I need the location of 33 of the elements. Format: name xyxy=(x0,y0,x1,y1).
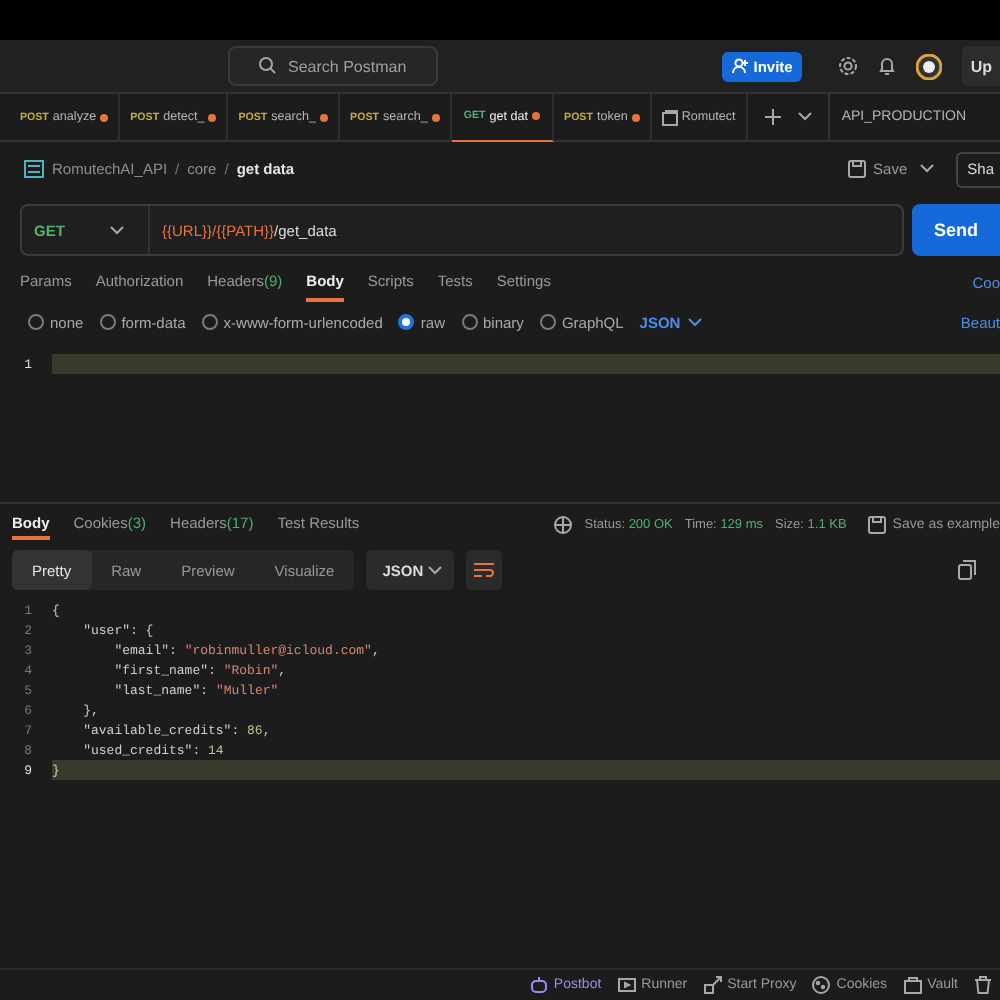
chevron-down-icon xyxy=(688,317,703,327)
radio-button[interactable] xyxy=(398,314,415,330)
wrap-lines-button[interactable] xyxy=(466,550,503,590)
settings-icon[interactable] xyxy=(838,56,859,76)
search-icon xyxy=(258,56,276,74)
plus-icon[interactable] xyxy=(763,108,782,126)
chevron-down-icon xyxy=(110,225,124,235)
proxy-icon xyxy=(703,976,722,994)
bot-icon xyxy=(529,976,548,994)
chevron-down-icon xyxy=(428,565,443,575)
runner-icon xyxy=(617,976,636,994)
radio-button[interactable] xyxy=(201,314,218,330)
save-icon xyxy=(847,160,866,178)
save-icon xyxy=(868,515,887,533)
trash-icon[interactable] xyxy=(974,976,992,994)
wrap-lines-icon xyxy=(474,562,495,578)
collection-icon xyxy=(661,109,678,125)
search-field[interactable]: Search Postman xyxy=(228,46,438,86)
upgrade-button[interactable]: Up xyxy=(962,46,1000,86)
chevron-down-icon[interactable] xyxy=(919,164,934,174)
person-add-icon xyxy=(731,58,748,74)
chevron-down-icon[interactable] xyxy=(797,112,812,122)
radio-button[interactable] xyxy=(28,314,44,330)
bell-icon[interactable] xyxy=(878,56,897,76)
vault-icon xyxy=(903,976,922,994)
globe-icon xyxy=(554,515,573,533)
cookie-icon xyxy=(812,976,831,994)
send-button[interactable]: Send xyxy=(912,204,1000,256)
radio-button[interactable] xyxy=(99,314,116,330)
radio-button[interactable] xyxy=(461,314,477,330)
radio-button[interactable] xyxy=(539,314,556,330)
copy-icon[interactable] xyxy=(958,560,976,580)
avatar-icon[interactable] xyxy=(916,53,943,79)
